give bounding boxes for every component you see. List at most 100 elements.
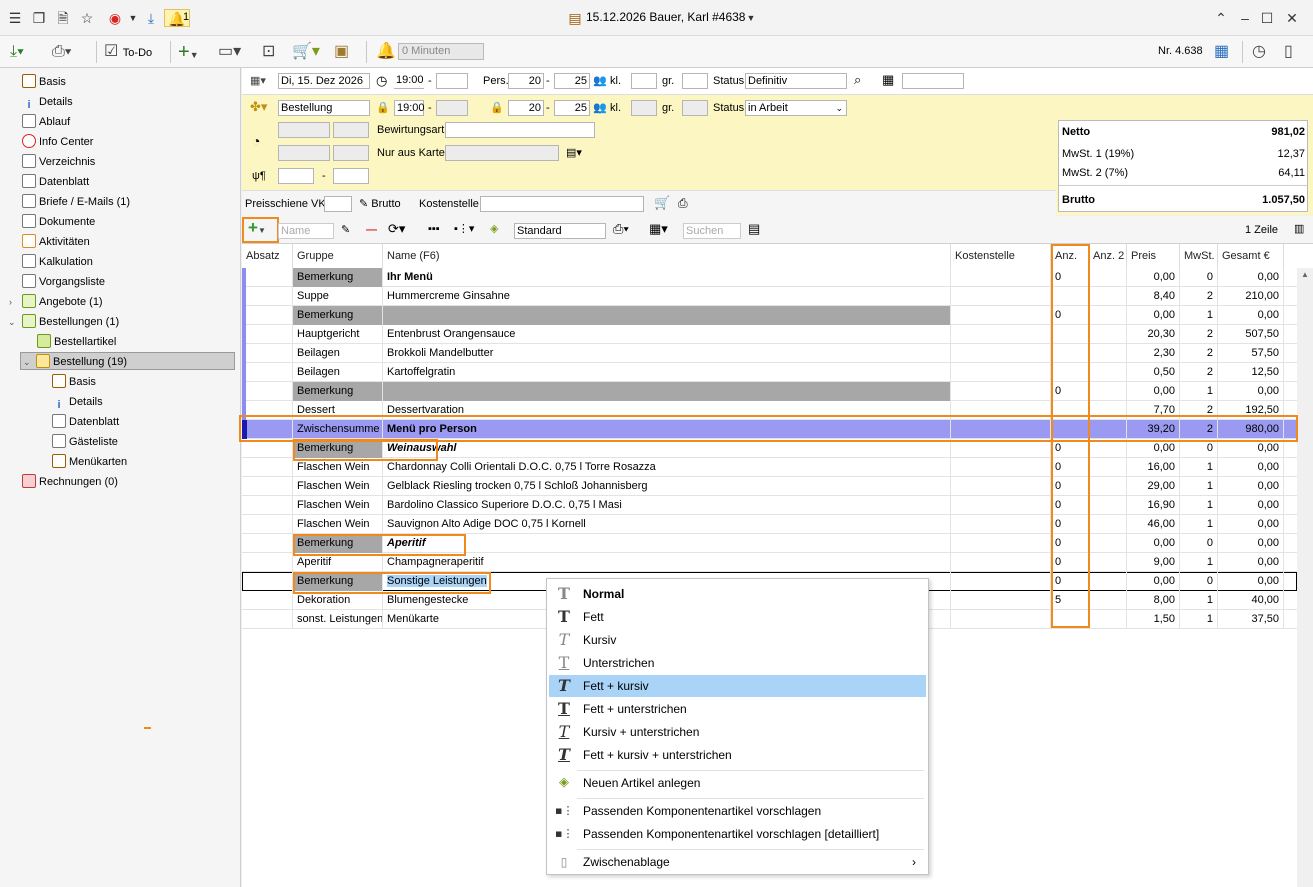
cell-name[interactable]: Chardonnay Colli Orientali D.O.C. 0,75 l…: [383, 458, 951, 477]
schedule-icon[interactable]: ◷: [1252, 39, 1266, 65]
cart-icon[interactable]: 🛒▾: [292, 39, 320, 65]
field-b1[interactable]: [278, 145, 330, 161]
sidebar-item-briefe[interactable]: Briefe / E-Mails (1): [22, 193, 130, 211]
cell-absatz[interactable]: [242, 363, 293, 382]
brutto-toggle[interactable]: ✎ Brutto: [359, 196, 401, 212]
calendar-bill-icon[interactable]: ▦: [1214, 39, 1229, 65]
cell-mwst[interactable]: 2: [1180, 344, 1218, 363]
cell-name[interactable]: Bardolino Classico Superiore D.O.C. 0,75…: [383, 496, 951, 515]
sidebar-item-sub-details[interactable]: i Details: [52, 393, 102, 411]
cell-absatz[interactable]: [242, 610, 293, 629]
time2-to-field[interactable]: [436, 100, 468, 116]
cell-kostenstelle[interactable]: [951, 477, 1051, 496]
table-row[interactable]: Hauptgericht Entenbrust Orangensauce 20,30…: [242, 325, 1297, 344]
scroll-up-icon[interactable]: ▲: [1297, 268, 1313, 282]
cell-gruppe[interactable]: Flaschen Wein: [293, 515, 383, 534]
cell-gesamt[interactable]: 0,00: [1218, 268, 1284, 287]
collapse-chevron-icon[interactable]: ⌄: [8, 317, 16, 328]
calendar-grid-icon[interactable]: ▦: [882, 72, 894, 88]
cell-gruppe[interactable]: sonst. Leistungen: [293, 610, 383, 629]
bell-icon[interactable]: 🔔: [376, 39, 396, 65]
cell-name[interactable]: Entenbrust Orangensauce: [383, 325, 951, 344]
cell-mwst[interactable]: 1: [1180, 306, 1218, 325]
view-select[interactable]: Standard: [514, 223, 606, 239]
table-row[interactable]: Flaschen Wein Gelblack Riesling trocken 0…: [242, 477, 1297, 496]
cell-anz2[interactable]: [1089, 325, 1127, 344]
col-gruppe[interactable]: Gruppe: [293, 244, 383, 268]
minimize-icon[interactable]: –: [1236, 9, 1254, 27]
collapse-chevron-icon[interactable]: ⌄: [23, 353, 31, 371]
cell-absatz[interactable]: [242, 458, 293, 477]
field-c1[interactable]: [278, 168, 314, 184]
cell-mwst[interactable]: 1: [1180, 477, 1218, 496]
cell-gesamt[interactable]: 507,50: [1218, 325, 1284, 344]
cell-preis[interactable]: 29,00: [1127, 477, 1180, 496]
cell-anz2[interactable]: [1089, 534, 1127, 553]
cell-preis[interactable]: 46,00: [1127, 515, 1180, 534]
menu-item-unterstrichen[interactable]: T Unterstrichen: [549, 652, 926, 674]
sidebar-item-sub-basis[interactable]: Basis: [52, 373, 96, 391]
table-row[interactable]: Beilagen Kartoffelgratin 0,50 2 12,50: [242, 363, 1297, 382]
cell-anz2[interactable]: [1089, 268, 1127, 287]
cell-mwst[interactable]: 2: [1180, 363, 1218, 382]
sidebar-item-vorgangsliste[interactable]: Vorgangsliste: [22, 273, 105, 291]
calendar-icon[interactable]: ▦▾: [250, 73, 266, 89]
sidebar-item-aktivitaeten[interactable]: Aktivitäten: [22, 233, 90, 251]
cell-absatz[interactable]: [242, 268, 293, 287]
cell-gruppe[interactable]: Beilagen: [293, 344, 383, 363]
cell-anz2[interactable]: [1089, 287, 1127, 306]
cell-kostenstelle[interactable]: [951, 306, 1051, 325]
name-filter-input[interactable]: Name: [278, 223, 334, 239]
cell-kostenstelle[interactable]: [951, 325, 1051, 344]
cell-kostenstelle[interactable]: [951, 268, 1051, 287]
columns-icon[interactable]: ▤: [748, 221, 760, 237]
status-select[interactable]: in Arbeit ⌄: [745, 100, 847, 116]
cell-anz2[interactable]: [1089, 363, 1127, 382]
window-title[interactable]: 15.12.2026 Bauer, Karl #4638: [586, 10, 745, 24]
calculator-icon[interactable]: ▥: [1294, 221, 1304, 237]
cell-absatz[interactable]: [242, 325, 293, 344]
windows-icon[interactable]: ❐: [30, 9, 48, 27]
vertical-scrollbar[interactable]: ▲: [1297, 268, 1313, 887]
cell-kostenstelle[interactable]: [951, 572, 1051, 591]
sidebar-item-datenblatt[interactable]: Datenblatt: [22, 173, 89, 191]
cell-absatz[interactable]: [242, 591, 293, 610]
kostenstelle-field[interactable]: [480, 196, 644, 212]
cell-name[interactable]: Kartoffelgratin: [383, 363, 951, 382]
col-preis[interactable]: Preis: [1127, 244, 1180, 268]
sidebar-item-rechnungen[interactable]: Rechnungen (0): [22, 473, 118, 491]
cell-gruppe[interactable]: Beilagen: [293, 363, 383, 382]
menu-item-komponentenartikel-detailliert[interactable]: ▪⋮ Passenden Komponentenartikel vorschlag…: [549, 823, 926, 845]
cell-preis[interactable]: 2,30: [1127, 344, 1180, 363]
cell-absatz[interactable]: [242, 477, 293, 496]
table-row[interactable]: Beilagen Brokkoli Mandelbutter 2,30 2 57,50: [242, 344, 1297, 363]
cell-name[interactable]: Gelblack Riesling trocken 0,75 l Schloß …: [383, 477, 951, 496]
import-icon[interactable]: ⤓▾: [10, 39, 24, 65]
cell-gruppe[interactable]: Bemerkung: [293, 306, 383, 325]
sidebar-item-dokumente[interactable]: Dokumente: [22, 213, 95, 231]
download-arrow-icon[interactable]: ⤓: [142, 9, 160, 27]
sidebar-item-info-center[interactable]: Info Center: [22, 133, 93, 151]
cell-kostenstelle[interactable]: [951, 382, 1051, 401]
cell-gesamt[interactable]: 40,00: [1218, 591, 1284, 610]
cell-mwst[interactable]: 0: [1180, 268, 1218, 287]
nur-aus-karte-field[interactable]: [445, 145, 559, 161]
cell-gesamt[interactable]: 0,00: [1218, 306, 1284, 325]
sidebar-item-angebote[interactable]: Angebote (1): [22, 293, 103, 311]
hamburger-menu-icon[interactable]: ☰: [6, 9, 24, 27]
field-b2[interactable]: [333, 145, 369, 161]
cell-gruppe[interactable]: Flaschen Wein: [293, 496, 383, 515]
cell-kostenstelle[interactable]: [951, 553, 1051, 572]
cell-gesamt[interactable]: 0,00: [1218, 572, 1284, 591]
sidebar-item-ablauf[interactable]: Ablauf: [22, 113, 70, 131]
cell-anz2[interactable]: [1089, 344, 1127, 363]
sidebar-item-bestellungen[interactable]: Bestellungen (1): [22, 313, 119, 331]
cell-gesamt[interactable]: 0,00: [1218, 553, 1284, 572]
col-name[interactable]: Name (F6): [383, 244, 951, 268]
cell-name[interactable]: [383, 382, 951, 401]
cell-mwst[interactable]: 1: [1180, 610, 1218, 629]
cell-absatz[interactable]: [242, 553, 293, 572]
cell-mwst[interactable]: 1: [1180, 515, 1218, 534]
cell-absatz[interactable]: [242, 287, 293, 306]
cell-kostenstelle[interactable]: [951, 534, 1051, 553]
